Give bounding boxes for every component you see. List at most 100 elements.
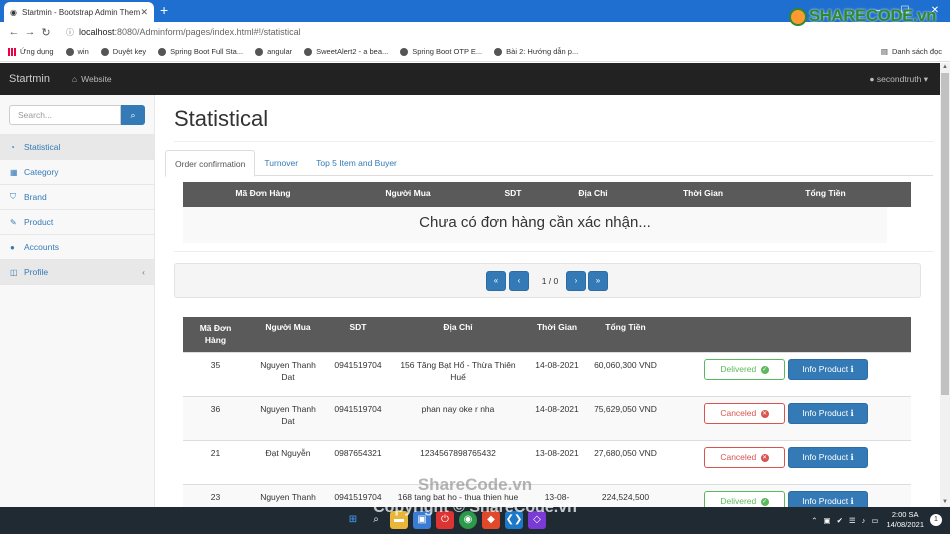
order-total: 75,629,050 VND <box>594 404 657 414</box>
status-button-canceled[interactable]: Canceled ✕ <box>704 447 785 468</box>
edit-icon: ✎ <box>10 217 17 227</box>
prev-page-button[interactable]: ‹ <box>509 271 529 291</box>
order-date: 13-08-2021 <box>535 448 579 458</box>
main-content: Statistical Order confirmation Turnover … <box>155 95 940 507</box>
sidebar-item-category[interactable]: ▦ Category <box>0 160 154 185</box>
sidebar-item-label: Profile <box>24 267 49 277</box>
bookmark-item[interactable]: SweetAlert2 - a bea... <box>304 47 388 56</box>
statistics-tabs: Order confirmation Turnover Top 5 Item a… <box>165 150 933 177</box>
globe-icon <box>304 47 313 56</box>
back-icon[interactable]: ← <box>6 26 22 38</box>
top-navbar: Startmin ⌂ Website ● secondtruth ▾ <box>0 63 940 95</box>
info-product-button[interactable]: Info Product ℹ <box>788 447 868 468</box>
scrollbar-thumb[interactable] <box>941 73 949 395</box>
order-date: 14-08-2021 <box>535 404 579 414</box>
header-buyer: Người Mua <box>385 188 431 198</box>
bookmark-label: Duyệt key <box>112 47 147 56</box>
apps-grid-icon <box>8 47 16 56</box>
info-icon: ℹ <box>850 364 854 374</box>
shield-icon: ⛉ <box>10 192 16 201</box>
info-product-button[interactable]: Info Product ℹ <box>788 359 868 380</box>
info-product-button[interactable]: Info Product ℹ <box>788 403 868 424</box>
sidebar-item-accounts[interactable]: ● Accounts <box>0 235 154 260</box>
bookmark-item[interactable]: angular <box>255 47 292 56</box>
url-path: :8080/Adminform/pages/index.html#!/stati… <box>114 27 301 37</box>
bookmark-apps[interactable]: Ứng dụng <box>8 47 54 56</box>
chevron-left-icon: ‹ <box>142 267 145 277</box>
search-icon: ⌕ <box>130 110 136 120</box>
status-button-delivered[interactable]: Delivered ✓ <box>704 359 785 380</box>
header-buyer: Người Mua <box>265 322 311 332</box>
website-link[interactable]: ⌂ Website <box>72 74 112 84</box>
order-id: 21 <box>210 448 221 458</box>
bookmark-item[interactable]: win <box>65 47 89 56</box>
status-button-canceled[interactable]: Canceled ✕ <box>704 403 785 424</box>
user-menu[interactable]: ● secondtruth ▾ <box>869 74 928 85</box>
tab-title: Startmin - Bootstrap Admin Theme <box>21 7 141 17</box>
order-address: 156 Tăng Bạt Hổ - Thừa Thiên Huế <box>400 360 516 382</box>
header-time: Thời Gian <box>536 322 578 332</box>
sidebar: Search... ⌕ ◔ Statistical ▦ Category ⛉ Bran… <box>0 95 155 507</box>
reading-list[interactable]: ▤ Danh sách đọc <box>881 42 942 62</box>
header-time: Thời Gian <box>682 188 724 198</box>
pending-table-header: Mã Đơn Hàng Người Mua SDT Địa Chỉ Thời G… <box>183 182 911 207</box>
sidebar-item-statistical[interactable]: ◔ Statistical <box>0 135 154 160</box>
user-name: secondtruth <box>876 73 922 84</box>
scroll-up-icon[interactable]: ▲ <box>940 63 950 72</box>
status-label: Canceled <box>720 452 757 462</box>
order-total: 27,680,050 VND <box>594 448 657 458</box>
globe-icon <box>400 47 409 56</box>
sidebar-item-product[interactable]: ✎ Product <box>0 210 154 235</box>
x-circle-icon: ✕ <box>760 453 769 462</box>
globe-icon <box>65 47 74 56</box>
watermark-bottom: Copyright © ShareCode.vn <box>373 499 577 516</box>
logo-text: SHARECODE.vn <box>808 6 937 25</box>
order-buyer: Nguyen Thanh Dat <box>260 404 316 426</box>
close-tab-icon[interactable]: ✕ <box>140 7 148 18</box>
globe-icon <box>100 47 109 56</box>
orders-table-header: Mã Đơn Hàng Người Mua SDT Địa Chỉ Thời G… <box>183 317 911 352</box>
globe-icon <box>158 47 167 56</box>
bookmark-item[interactable]: Duyệt key <box>100 47 147 56</box>
bookmark-item[interactable]: Spring Boot Full Sta... <box>158 47 243 56</box>
header-phone: SDT <box>349 322 367 332</box>
search-button[interactable]: ⌕ <box>121 105 145 125</box>
tab-top5[interactable]: Top 5 Item and Buyer <box>307 150 406 175</box>
order-total: 60,060,300 VND <box>594 360 657 370</box>
search-input[interactable]: Search... <box>9 105 121 125</box>
table-icon: ▦ <box>10 167 18 177</box>
bookmark-label: SweetAlert2 - a bea... <box>316 47 389 56</box>
page-info: 1 / 0 <box>541 276 559 286</box>
page-title: Statistical <box>174 106 269 131</box>
header-total: Tổng Tiền <box>805 188 846 198</box>
last-page-button[interactable]: » <box>588 271 608 291</box>
next-page-button[interactable]: › <box>566 271 586 291</box>
url-field[interactable]: ⓘ localhost:8080/Adminform/pages/index.h… <box>66 27 301 38</box>
sidebar-item-brand[interactable]: ⛉ Brand <box>0 185 154 210</box>
order-phone: 0941519704 <box>334 404 382 414</box>
tab-order-confirmation[interactable]: Order confirmation <box>165 150 256 177</box>
new-tab-button[interactable]: + <box>160 3 168 17</box>
page-scrollbar[interactable]: ▲ ▼ <box>940 63 950 507</box>
sidebar-item-profile[interactable]: ◫ Profile ‹ <box>0 260 154 285</box>
x-circle-icon: ✕ <box>760 409 769 418</box>
order-date: 14-08-2021 <box>535 360 579 370</box>
sidebar-search: Search... ⌕ <box>9 105 145 125</box>
title-divider <box>174 141 934 142</box>
globe-icon: ◉ <box>10 7 17 17</box>
order-buyer: Nguyen Thanh Dat <box>260 360 316 382</box>
tab-turnover[interactable]: Turnover <box>255 150 307 175</box>
brand[interactable]: Startmin <box>9 73 50 85</box>
header-address: Địa Chỉ <box>443 322 473 332</box>
header-order-id: Mã Đơn Hàng <box>199 323 232 345</box>
bookmark-item[interactable]: Bài 2: Hướng dẫn p... <box>494 47 578 56</box>
bookmark-item[interactable]: Spring Boot OTP E... <box>400 47 482 56</box>
forward-icon[interactable]: → <box>22 26 38 38</box>
info-product-label: Info Product <box>802 452 849 462</box>
info-product-label: Info Product <box>802 364 849 374</box>
bookmark-label: Spring Boot Full Sta... <box>170 47 244 56</box>
reload-icon[interactable]: ↻ <box>38 26 54 39</box>
sidebar-item-label: Category <box>24 167 59 177</box>
browser-tab[interactable]: ◉ Startmin - Bootstrap Admin Theme ✕ <box>4 2 154 22</box>
first-page-button[interactable]: « <box>486 271 506 291</box>
